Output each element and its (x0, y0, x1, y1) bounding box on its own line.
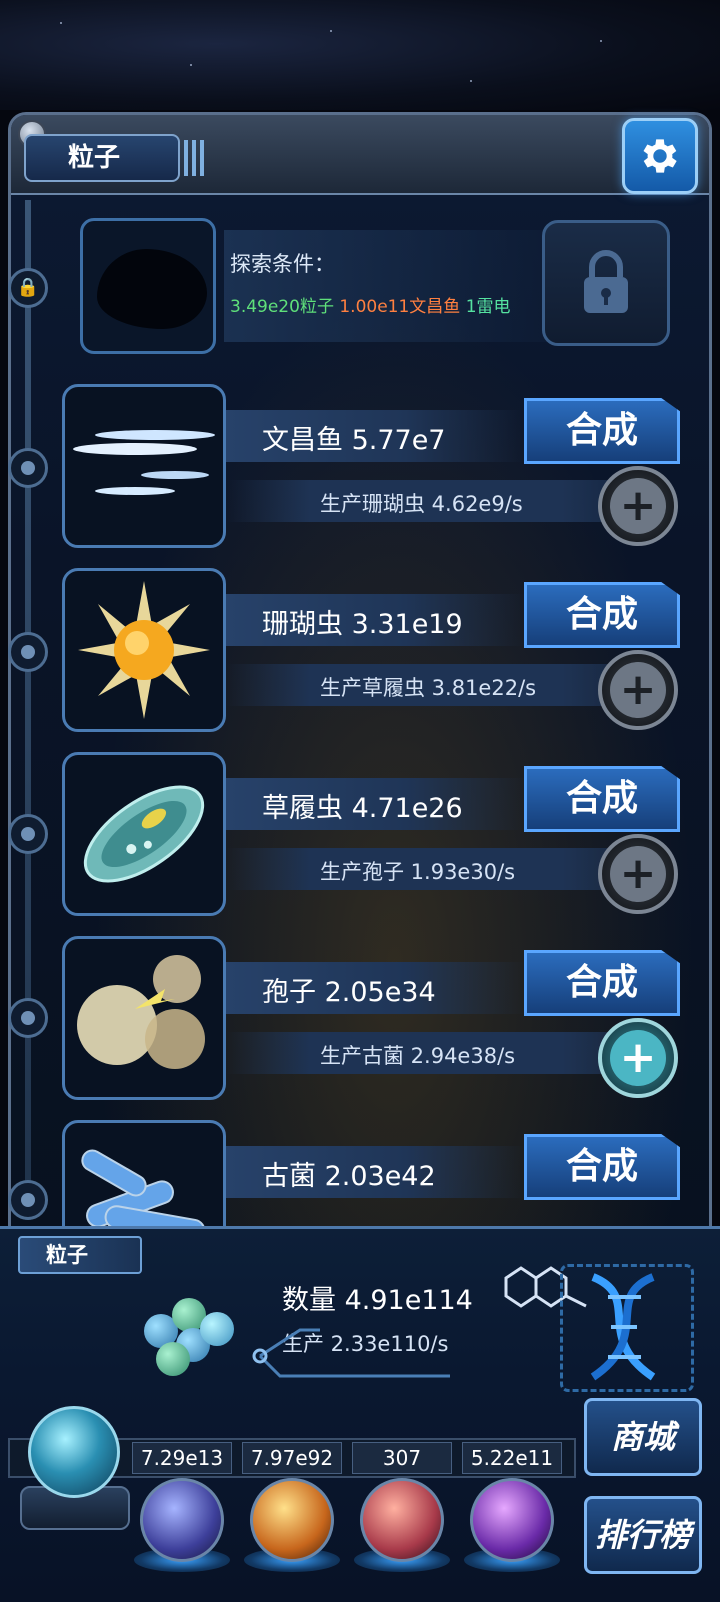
resource-tag: 粒子 (18, 1236, 142, 1274)
plus-icon: + (610, 662, 666, 718)
void-orb-button[interactable] (470, 1478, 554, 1562)
unit-name: 文昌鱼 5.77e7 (262, 425, 446, 456)
unlock-button[interactable] (542, 220, 670, 346)
unit-row-lancelet: 文昌鱼 5.77e7 合成 生产珊瑚虫 4.62e9/s + (62, 384, 702, 552)
synthesize-button[interactable]: 合成 (524, 950, 680, 1016)
settings-button[interactable] (622, 118, 698, 194)
unit-name: 古菌 2.03e42 (262, 1161, 436, 1192)
synthesize-button[interactable]: 合成 (524, 582, 680, 648)
synthesize-button[interactable]: 合成 (524, 398, 680, 464)
production-text: 生产珊瑚虫 4.62e9/s (320, 492, 523, 516)
dna-icon (590, 1273, 656, 1381)
condition-requirements: 3.49e20粒子 1.00e11文昌鱼 1雷电 (230, 292, 511, 317)
lock-icon (584, 250, 628, 313)
requirement-lancelet: 1.00e11文昌鱼 (339, 297, 461, 317)
synthesize-button[interactable]: 合成 (524, 766, 680, 832)
particle-cluster-icon (134, 1284, 244, 1384)
condition-title: 探索条件： (230, 252, 335, 276)
condition-panel (224, 230, 554, 342)
unit-row-paramecium: 草履虫 4.71e26 合成 生产孢子 1.93e30/s + (62, 752, 702, 920)
stripe-decoration (184, 140, 208, 176)
brain-orb-button[interactable] (360, 1478, 444, 1562)
rail-node (8, 814, 48, 854)
rail-node (8, 448, 48, 488)
production-text: 生产古菌 2.94e38/s (320, 1044, 516, 1068)
rail-node (8, 632, 48, 672)
spore-icon (77, 955, 205, 1069)
page-title: 粒子 (24, 134, 180, 182)
add-button[interactable]: + (598, 466, 678, 546)
progress-rail (25, 200, 31, 1220)
add-button[interactable]: + (598, 1018, 678, 1098)
plus-icon: + (610, 478, 666, 534)
plus-icon: + (610, 846, 666, 902)
lancelet-icon (73, 430, 215, 495)
requirement-particles: 3.49e20粒子 (230, 297, 334, 317)
gear-icon (643, 139, 677, 173)
unit-name: 草履虫 4.71e26 (262, 793, 463, 824)
locked-unit-row: 探索条件： 3.49e20粒子 1.00e11文昌鱼 1雷电 (80, 218, 680, 354)
fire-orb-button[interactable] (250, 1478, 334, 1562)
unit-portrait (62, 752, 226, 916)
particle-orb-button[interactable] (28, 1406, 120, 1498)
unknown-creature-silhouette (97, 249, 207, 329)
resource-value-fire: 7.97e92 (242, 1442, 342, 1474)
coral-polyp-icon (78, 581, 210, 719)
requirement-thunder: 1雷电 (465, 297, 511, 317)
unit-portrait (62, 936, 226, 1100)
resource-value-thunder: 7.29e13 (132, 1442, 232, 1474)
unit-portrait (62, 384, 226, 548)
rail-node (8, 998, 48, 1038)
dna-frame (560, 1264, 694, 1392)
space-background (0, 0, 720, 110)
resource-value-void: 5.22e11 (462, 1442, 562, 1474)
shop-button[interactable]: 商城 (584, 1398, 702, 1476)
production-text: 生产孢子 1.93e30/s (320, 860, 516, 884)
unit-name: 孢子 2.05e34 (262, 977, 436, 1008)
rail-node (8, 1180, 48, 1220)
circuit-lines (252, 1328, 450, 1378)
add-button[interactable]: + (598, 650, 678, 730)
synthesize-button[interactable]: 合成 (524, 1134, 680, 1200)
production-text: 生产草履虫 3.81e22/s (320, 676, 537, 700)
add-button[interactable]: + (598, 834, 678, 914)
plus-icon: + (610, 1030, 666, 1086)
thunder-orb-button[interactable] (140, 1478, 224, 1562)
rail-lock-icon: 🔒 (8, 268, 48, 308)
unit-row-spore: 孢子 2.05e34 合成 生产古菌 2.94e38/s + (62, 936, 702, 1104)
locked-unit-portrait (80, 218, 216, 354)
paramecium-icon (83, 785, 205, 883)
resource-value-brain: 307 (352, 1442, 452, 1474)
unit-name: 珊瑚虫 3.31e19 (262, 609, 463, 640)
ranking-button[interactable]: 排行榜 (584, 1496, 702, 1574)
unit-portrait (62, 568, 226, 732)
unit-row-coral: 珊瑚虫 3.31e19 合成 生产草履虫 3.81e22/s + (62, 568, 702, 736)
